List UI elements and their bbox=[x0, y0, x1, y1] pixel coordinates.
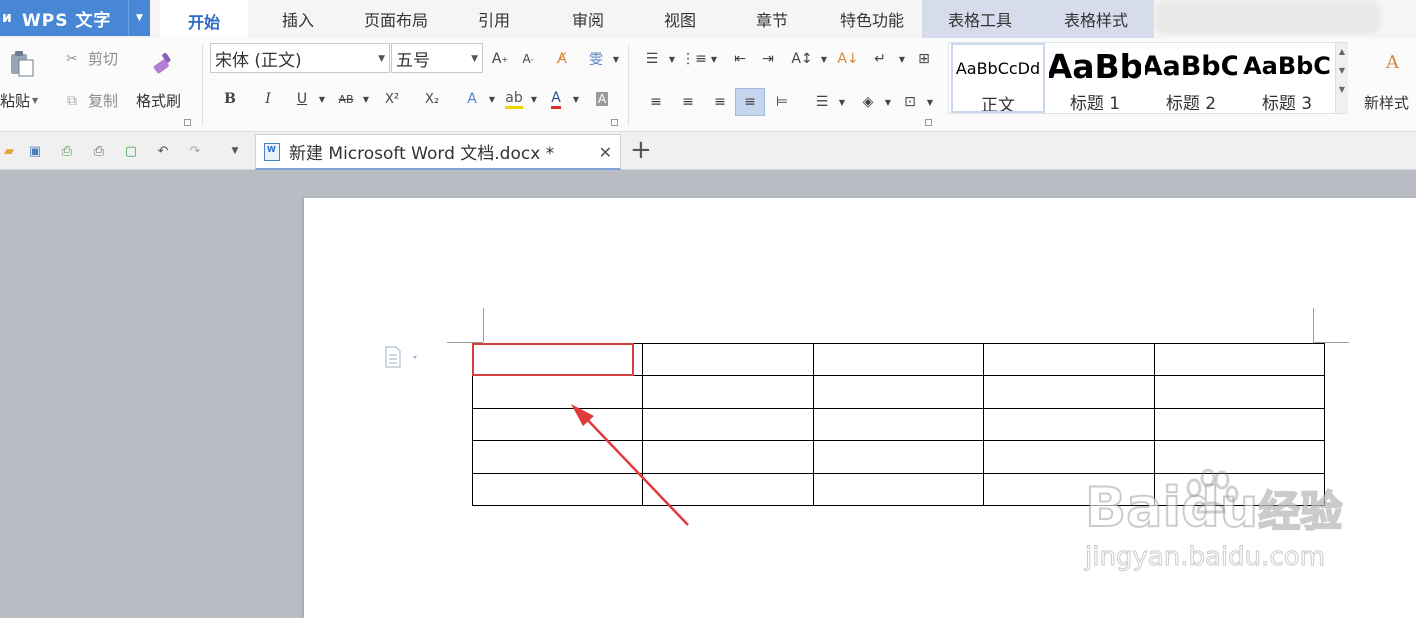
arrow-shaft bbox=[579, 411, 689, 526]
watermark-url: jingyan.baidu.com bbox=[1084, 542, 1325, 573]
watermark-suffix: 经验 bbox=[1257, 486, 1343, 537]
baidu-watermark: Baidu经验 jingyan.baidu.com bbox=[1084, 468, 1343, 573]
paw-icon bbox=[1180, 468, 1239, 514]
